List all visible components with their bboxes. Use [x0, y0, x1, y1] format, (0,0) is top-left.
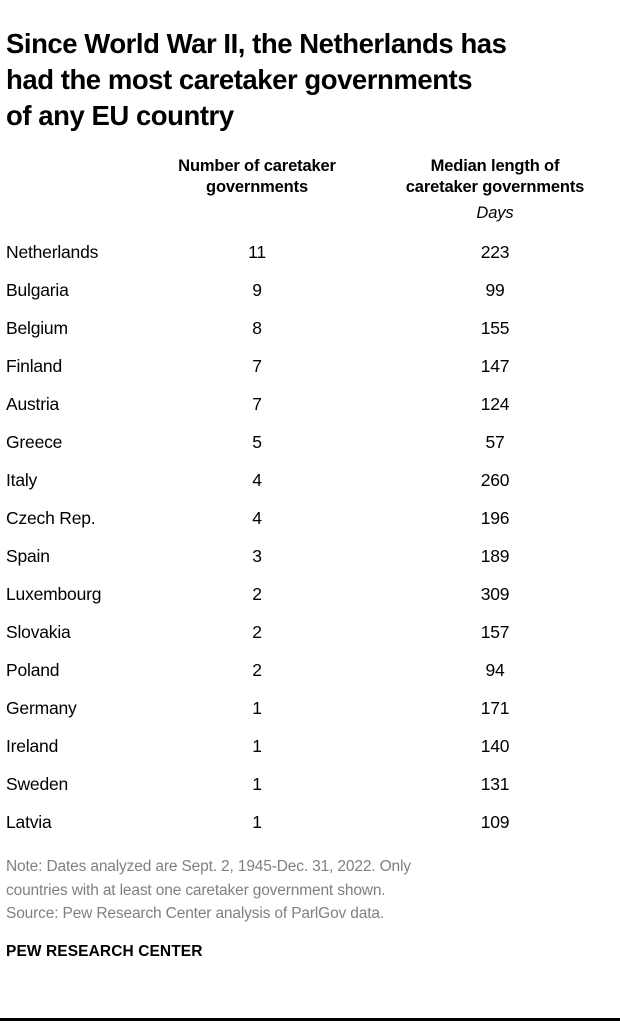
table-row: Poland 2 94 — [6, 651, 618, 689]
cell-count: 4 — [252, 508, 262, 528]
cell-country: Bulgaria — [6, 280, 69, 300]
cell-count: 2 — [252, 584, 262, 604]
table-body: Netherlands 11 223 Bulgaria 9 99 Belgium 8 155 Fi… — [6, 223, 618, 841]
cell-median: 147 — [480, 356, 510, 376]
table-row: Austria 7 124 — [6, 385, 618, 423]
units-median: Days — [476, 204, 514, 222]
table-row: Slovakia 2 157 — [6, 613, 618, 651]
cell-country: Finland — [6, 356, 62, 376]
cell-median: 57 — [485, 432, 505, 452]
cell-count: 8 — [252, 318, 262, 338]
cell-country: Austria — [6, 394, 60, 414]
cell-count: 2 — [252, 622, 262, 642]
cell-country: Netherlands — [6, 242, 99, 262]
cell-country: Czech Rep. — [6, 508, 96, 528]
table-header: Number of caretaker governments Median l… — [6, 156, 618, 223]
cell-median: 171 — [480, 698, 510, 718]
cell-country: Ireland — [6, 736, 59, 756]
table-row: Italy 4 260 — [6, 461, 618, 499]
cell-count: 3 — [252, 546, 262, 566]
bottom-divider — [0, 1018, 620, 1021]
table-row: Czech Rep. 4 196 — [6, 499, 618, 537]
caretaker-governments-table: Number of caretaker governments Median l… — [6, 156, 618, 841]
table-row: Ireland 1 140 — [6, 727, 618, 765]
cell-count: 2 — [252, 660, 262, 680]
cell-median: 99 — [485, 280, 505, 300]
cell-country: Belgium — [6, 318, 68, 338]
units-row: Days — [6, 200, 618, 223]
brand-label: PEW RESEARCH CENTER — [6, 942, 203, 960]
cell-count: 5 — [252, 432, 262, 452]
cell-country: Poland — [6, 660, 60, 680]
cell-count: 11 — [248, 242, 266, 262]
cell-median: 155 — [480, 318, 510, 338]
cell-median: 94 — [485, 660, 505, 680]
cell-count: 1 — [252, 774, 262, 794]
cell-country: Italy — [6, 470, 38, 490]
source-text: Source: Pew Research Center analysis of … — [6, 905, 385, 922]
column-header-country — [6, 156, 142, 200]
cell-country: Greece — [6, 432, 63, 452]
column-header-count: Number of caretaker governments — [178, 157, 336, 196]
footnotes: Note: Dates analyzed are Sept. 2, 1945-D… — [6, 855, 614, 926]
cell-country: Latvia — [6, 812, 52, 832]
cell-median: 131 — [480, 774, 510, 794]
cell-median: 260 — [480, 470, 510, 490]
cell-median: 140 — [480, 736, 510, 756]
cell-country: Sweden — [6, 774, 69, 794]
page-title: Since World War II, the Netherlands has … — [6, 28, 507, 131]
units-country — [6, 200, 142, 223]
table-row: Latvia 1 109 — [6, 803, 618, 841]
column-header-median: Median length of caretaker governments — [405, 157, 585, 196]
cell-count: 9 — [252, 280, 262, 300]
cell-count: 1 — [252, 812, 262, 832]
table-row: Germany 1 171 — [6, 689, 618, 727]
table-row: Bulgaria 9 99 — [6, 271, 618, 309]
cell-country: Germany — [6, 698, 77, 718]
cell-median: 196 — [480, 508, 510, 528]
cell-country: Spain — [6, 546, 50, 566]
table-row: Belgium 8 155 — [6, 309, 618, 347]
note-text: Note: Dates analyzed are Sept. 2, 1945-D… — [6, 858, 411, 899]
cell-count: 1 — [252, 698, 262, 718]
cell-median: 124 — [480, 394, 510, 414]
cell-median: 223 — [480, 242, 510, 262]
table-row: Luxembourg 2 309 — [6, 575, 618, 613]
cell-count: 4 — [252, 470, 262, 490]
units-count — [142, 200, 372, 223]
cell-median: 109 — [480, 812, 510, 832]
cell-count: 7 — [252, 394, 262, 414]
cell-median: 309 — [480, 584, 510, 604]
table-row: Greece 5 57 — [6, 423, 618, 461]
cell-median: 157 — [480, 622, 510, 642]
infographic-card: Since World War II, the Netherlands has … — [0, 0, 620, 1028]
table-row: Sweden 1 131 — [6, 765, 618, 803]
cell-median: 189 — [480, 546, 510, 566]
table-row: Netherlands 11 223 — [6, 223, 618, 271]
cell-count: 7 — [252, 356, 262, 376]
cell-country: Luxembourg — [6, 584, 102, 604]
cell-count: 1 — [252, 736, 262, 756]
cell-country: Slovakia — [6, 622, 71, 642]
header-row: Number of caretaker governments Median l… — [6, 156, 618, 200]
table-row: Finland 7 147 — [6, 347, 618, 385]
table-row: Spain 3 189 — [6, 537, 618, 575]
